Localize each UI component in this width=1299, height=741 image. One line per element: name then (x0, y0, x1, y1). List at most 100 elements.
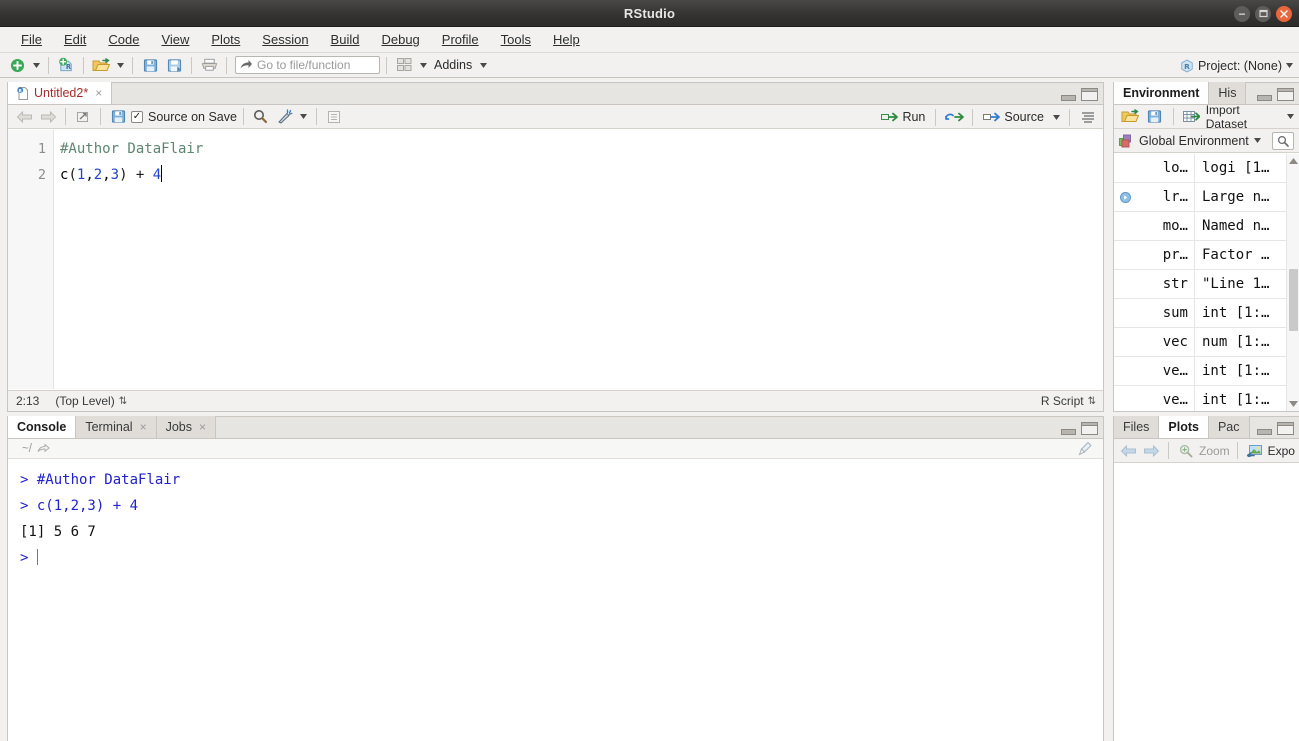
panes-layout-dropdown-caret[interactable] (417, 55, 429, 76)
rerun-icon[interactable] (943, 107, 965, 128)
table-row[interactable]: lr… Large n… (1114, 182, 1299, 212)
print-icon[interactable] (198, 55, 220, 76)
environment-scrollbar[interactable] (1286, 154, 1299, 411)
tab-packages[interactable]: Pac (1208, 416, 1250, 438)
maximize-pane-icon[interactable] (1277, 422, 1294, 435)
menu-code[interactable]: Code (97, 30, 150, 49)
tab-jobs-close-icon[interactable]: × (199, 420, 206, 434)
document-outline-icon[interactable] (323, 106, 345, 127)
menu-help[interactable]: Help (542, 30, 591, 49)
tab-console[interactable]: Console (8, 416, 77, 438)
forward-arrow-icon[interactable] (37, 106, 59, 127)
new-file-icon[interactable] (6, 55, 28, 76)
console-output[interactable]: > #Author DataFlair > c(1,2,3) + 4 [1] 5… (8, 460, 1103, 741)
tab-history[interactable]: His (1209, 82, 1247, 104)
source-on-save-toggle[interactable]: ✓ Source on Save (131, 110, 237, 124)
menu-edit[interactable]: Edit (53, 30, 97, 49)
new-file-dropdown-caret[interactable] (30, 55, 42, 76)
maximize-pane-icon[interactable] (1081, 422, 1098, 435)
table-row[interactable]: lo… logi [1… (1114, 154, 1299, 183)
menu-debug[interactable]: Debug (370, 30, 430, 49)
tab-files[interactable]: Files (1114, 416, 1160, 438)
tab-jobs[interactable]: Jobs × (156, 416, 216, 438)
import-dataset-label[interactable]: Import Dataset (1206, 103, 1284, 131)
window-close-button[interactable] (1276, 5, 1292, 22)
code-editor[interactable]: 1 2 #Author DataFlair c(1,2,3) + 4 (8, 130, 1103, 389)
new-project-icon[interactable]: R (55, 55, 77, 76)
open-folder-dropdown-caret[interactable] (114, 55, 126, 76)
table-row[interactable]: pr… Factor … (1114, 240, 1299, 270)
scope-selector[interactable]: (Top Level) ⇅ (47, 391, 134, 412)
open-folder-icon[interactable] (90, 55, 112, 76)
magnifier-icon[interactable] (250, 106, 272, 127)
code-align-icon[interactable] (1077, 107, 1099, 128)
broom-clear-console-icon[interactable] (1076, 441, 1093, 456)
import-dataset-caret[interactable] (1287, 114, 1295, 119)
source-tab-close-icon[interactable]: × (95, 86, 102, 100)
run-button[interactable]: Run (878, 109, 928, 125)
menu-file[interactable]: File (10, 30, 53, 49)
environment-variable-list[interactable]: lo… logi [1… lr… Large n… mo… Named n… p… (1114, 154, 1299, 411)
project-selector[interactable]: R Project: (None) (1180, 53, 1293, 78)
back-arrow-icon[interactable] (13, 106, 35, 127)
window-minimize-button[interactable] (1234, 5, 1250, 22)
file-type-selector[interactable]: R Script ⇅ (1033, 391, 1103, 412)
menu-tools[interactable]: Tools (490, 30, 542, 49)
source-button[interactable]: Source (980, 109, 1047, 125)
environment-search-input[interactable] (1272, 131, 1294, 150)
save-workspace-icon[interactable] (1144, 106, 1166, 127)
menu-profile[interactable]: Profile (431, 30, 490, 49)
plots-zoom-label[interactable]: Zoom (1199, 444, 1230, 458)
source-tab-untitled2[interactable]: R Untitled2* × (8, 82, 113, 104)
panes-layout-icon[interactable] (393, 55, 415, 76)
scroll-up-arrow-icon[interactable] (1287, 154, 1299, 168)
tab-terminal-close-icon[interactable]: × (140, 420, 147, 434)
plots-forward-arrow-icon[interactable] (1141, 440, 1161, 461)
maximize-pane-icon[interactable] (1081, 88, 1098, 101)
code-tools-dropdown-caret[interactable] (298, 106, 310, 127)
source-dropdown-caret[interactable] (1050, 107, 1062, 128)
show-in-new-window-icon[interactable] (72, 106, 94, 127)
minimize-pane-icon[interactable] (1257, 424, 1272, 435)
console-prompt-line[interactable]: > (20, 545, 1093, 571)
minimize-pane-icon[interactable] (1257, 90, 1272, 101)
environment-scope-selector[interactable]: Global Environment (1114, 129, 1299, 153)
table-row[interactable]: str "Line 1… (1114, 269, 1299, 299)
scrollbar-thumb[interactable] (1289, 269, 1298, 331)
plots-back-arrow-icon[interactable] (1118, 440, 1138, 461)
table-row[interactable]: ve… int [1:… (1114, 385, 1299, 411)
table-row[interactable]: mo… Named n… (1114, 211, 1299, 241)
environment-scope-caret[interactable] (1253, 138, 1261, 143)
import-dataset-icon[interactable] (1181, 106, 1203, 127)
minimize-pane-icon[interactable] (1061, 424, 1076, 435)
scroll-down-arrow-icon[interactable] (1287, 397, 1299, 411)
tab-terminal[interactable]: Terminal × (76, 416, 157, 438)
menu-build[interactable]: Build (320, 30, 371, 49)
minimize-pane-icon[interactable] (1061, 90, 1076, 101)
export-image-icon[interactable] (1245, 440, 1265, 461)
table-row[interactable]: vec num [1:… (1114, 327, 1299, 357)
addins-dropdown-caret[interactable] (477, 55, 489, 76)
menu-view[interactable]: View (150, 30, 200, 49)
tab-plots[interactable]: Plots (1159, 416, 1209, 438)
source-on-save-checkbox[interactable]: ✓ (131, 110, 143, 123)
plots-export-label[interactable]: Expo (1268, 444, 1295, 458)
editor-lines[interactable]: #Author DataFlair c(1,2,3) + 4 (54, 130, 1103, 389)
menu-session[interactable]: Session (251, 30, 319, 49)
show-directory-icon[interactable] (37, 443, 50, 454)
row-expander-icon[interactable] (1114, 191, 1136, 203)
tab-environment[interactable]: Environment (1114, 82, 1210, 104)
table-row[interactable]: sum int [1:… (1114, 298, 1299, 328)
table-row[interactable]: ve… int [1:… (1114, 356, 1299, 386)
editor-save-icon[interactable] (107, 106, 129, 127)
window-maximize-button[interactable] (1255, 5, 1271, 22)
save-icon[interactable] (139, 55, 161, 76)
zoom-magnifier-icon[interactable] (1176, 440, 1196, 461)
maximize-pane-icon[interactable] (1277, 88, 1294, 101)
code-tools-icon[interactable] (274, 106, 296, 127)
load-workspace-icon[interactable] (1119, 106, 1141, 127)
menu-plots[interactable]: Plots (200, 30, 251, 49)
save-all-icon[interactable] (163, 55, 185, 76)
addins-label[interactable]: Addins (431, 58, 475, 72)
goto-file-function-input[interactable]: Go to file/function (235, 56, 380, 74)
